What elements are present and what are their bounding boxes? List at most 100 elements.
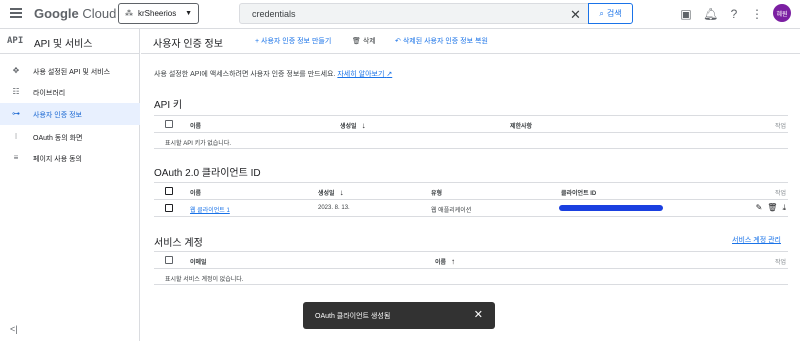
- close-icon[interactable]: ✕: [474, 308, 483, 321]
- learn-more-label: 자세히 알아보기: [337, 71, 385, 78]
- main-content: 사용자 인증 정보 + 사용자 인증 정보 만들기 🗑︎ 삭제 ↶ 삭제된 사용…: [141, 29, 800, 341]
- row-actions: ✎ 🗑︎ ⤓: [756, 203, 786, 213]
- col-type[interactable]: 유형: [431, 188, 442, 197]
- top-bar: Google Cloud ⁂ krSheerios ▼ credentials …: [0, 0, 800, 29]
- sidebar-item-page-usage[interactable]: ≡ 페이지 사용 동의: [0, 147, 140, 169]
- empty-row: 표시할 서비스 계정이 없습니다.: [154, 269, 788, 285]
- table-header: 이름 생성일 ↓ 유형 클라이언트 ID 작업: [154, 182, 788, 200]
- learn-more-link[interactable]: 자세히 알아보기 ↗: [337, 71, 392, 78]
- manage-service-accounts-link[interactable]: 서비스 계정 관리: [732, 235, 781, 245]
- project-icon: ⁂: [125, 9, 133, 18]
- sidebar-item-label: 사용자 인증 정보: [33, 112, 82, 119]
- trash-icon: 🗑︎: [352, 38, 361, 45]
- row-checkbox[interactable]: [165, 204, 173, 212]
- table-header: 이름 생성일 ↓ 제한사항 작업: [154, 115, 788, 133]
- sidebar-item-library[interactable]: ☷ 라이브러리: [0, 81, 140, 103]
- table-row: 웹 클라이언트 1 2023. 8. 13. 웹 애플리케이션 ✎ 🗑︎ ⤓: [154, 200, 788, 217]
- client-name-link[interactable]: 웹 클라이언트 1: [190, 205, 230, 214]
- sidebar-item-enabled-apis[interactable]: ✥ 사용 설정된 API 및 서비스: [0, 60, 140, 82]
- search-icon: ⌕: [599, 8, 604, 18]
- oauth-title: OAuth 2.0 클라이언트 ID: [154, 168, 261, 179]
- chevron-down-icon: ▼: [185, 10, 192, 17]
- delete-label: 삭제: [362, 38, 376, 45]
- sidebar-item-label: 사용 설정된 API 및 서비스: [33, 69, 111, 76]
- col-name[interactable]: 이름: [190, 121, 201, 130]
- col-actions: 작업: [774, 191, 786, 197]
- empty-row: 표시할 API 키가 없습니다.: [154, 133, 788, 149]
- content-header: 사용자 인증 정보 + 사용자 인증 정보 만들기 🗑︎ 삭제 ↶ 삭제된 사용…: [141, 29, 800, 54]
- service-accounts-title: 서비스 계정: [154, 238, 203, 249]
- sidebar-item-credentials[interactable]: ⊶ 사용자 인증 정보: [0, 103, 140, 125]
- consent-icon: ⁝: [14, 132, 18, 141]
- empty-message: 표시할 서비스 계정이 없습니다.: [165, 277, 244, 283]
- arrow-down-icon: ↓: [339, 188, 344, 197]
- col-created[interactable]: 생성일 ↓: [340, 121, 366, 130]
- logo-google: Google: [34, 6, 79, 21]
- more-vert-icon[interactable]: ⋮: [750, 7, 764, 21]
- table-header: 이메일 이름 ↑ 작업: [154, 251, 788, 269]
- create-credentials-button[interactable]: + 사용자 인증 정보 만들기: [255, 36, 331, 46]
- google-cloud-logo[interactable]: Google Cloud: [34, 6, 116, 21]
- menu-icon[interactable]: [10, 8, 22, 18]
- edit-pencil-icon[interactable]: ✎: [756, 203, 763, 213]
- col-name[interactable]: 이름: [190, 188, 201, 197]
- sidebar-title: API 및 서비스: [34, 39, 93, 50]
- undo-icon: ↶: [395, 38, 401, 45]
- col-name-label: 이름: [435, 260, 447, 266]
- key-icon: ⊶: [12, 109, 20, 118]
- sidebar-item-label: OAuth 동의 화면: [33, 135, 83, 142]
- col-actions: 작업: [774, 124, 786, 130]
- description: 사용 설정한 API에 액세스하려면 사용자 인증 정보를 만드세요. 자세히 …: [154, 69, 392, 79]
- sidebar-item-label: 페이지 사용 동의: [33, 156, 82, 163]
- col-email[interactable]: 이메일: [190, 257, 207, 266]
- select-all-checkbox[interactable]: [165, 187, 173, 195]
- arrow-down-icon: ↓: [361, 121, 366, 130]
- cloud-shell-icon[interactable]: ▣: [679, 7, 693, 21]
- avatar[interactable]: 혜원: [773, 4, 791, 22]
- snackbar-toast: OAuth 클라이언트 생성됨 ✕: [303, 302, 495, 329]
- sidebar-item-oauth-consent[interactable]: ⁝ OAuth 동의 화면: [0, 126, 140, 148]
- description-text: 사용 설정한 API에 액세스하려면 사용자 인증 정보를 만드세요.: [154, 71, 336, 78]
- col-client-id[interactable]: 클라이언트 ID: [561, 188, 596, 197]
- search-input[interactable]: credentials: [252, 9, 296, 19]
- col-actions: 작업: [774, 260, 786, 266]
- sidebar-item-label: 라이브러리: [33, 90, 66, 97]
- clear-icon[interactable]: ✕: [570, 7, 581, 23]
- col-name[interactable]: 이름 ↑: [435, 257, 455, 266]
- redacted-client-id: [559, 205, 663, 211]
- trash-icon[interactable]: 🗑︎: [767, 203, 777, 213]
- page-title: 사용자 인증 정보: [153, 39, 223, 50]
- logo-cloud: Cloud: [82, 6, 117, 21]
- toast-message: OAuth 클라이언트 생성됨: [315, 313, 391, 320]
- restore-credentials-button[interactable]: ↶ 삭제된 사용자 인증 정보 복원: [395, 36, 488, 46]
- help-icon[interactable]: ?: [727, 7, 741, 21]
- col-created-label: 생성일: [340, 124, 357, 130]
- project-name: krSheerios: [138, 9, 177, 18]
- collapse-sidebar-icon[interactable]: <|: [10, 324, 18, 334]
- client-type: 웹 애플리케이션: [431, 208, 472, 214]
- notifications-bell-icon[interactable]: 🔔︎: [703, 7, 718, 21]
- sidebar-header: API API 및 서비스: [0, 29, 140, 54]
- created-date: 2023. 8. 13.: [318, 205, 350, 211]
- sidebar: API API 및 서비스 ✥ 사용 설정된 API 및 서비스 ☷ 라이브러리…: [0, 29, 140, 341]
- search-button-label: 검색: [606, 9, 622, 18]
- diamond-grid-icon: ✥: [12, 66, 20, 75]
- restore-label: 삭제된 사용자 인증 정보 복원: [402, 38, 488, 45]
- library-icon: ☷: [12, 87, 20, 96]
- delete-button[interactable]: 🗑︎ 삭제: [352, 36, 376, 46]
- api-mark: API: [7, 36, 24, 46]
- empty-message: 표시할 API 키가 없습니다.: [165, 141, 232, 147]
- search-bar[interactable]: credentials ✕ ⌕ 검색: [239, 3, 633, 24]
- arrow-up-icon: ↑: [451, 257, 456, 266]
- col-restrictions[interactable]: 제한사항: [510, 121, 532, 130]
- col-created-label: 생성일: [318, 191, 335, 197]
- select-all-checkbox[interactable]: [165, 256, 173, 264]
- project-selector[interactable]: ⁂ krSheerios ▼: [118, 3, 199, 24]
- download-icon[interactable]: ⤓: [782, 203, 786, 213]
- external-link-icon: ↗: [386, 71, 393, 78]
- search-button[interactable]: ⌕ 검색: [588, 3, 633, 24]
- col-created[interactable]: 생성일 ↓: [318, 188, 344, 197]
- settings-list-icon: ≡: [13, 153, 19, 162]
- select-all-checkbox[interactable]: [165, 120, 173, 128]
- api-keys-title: API 키: [154, 100, 183, 111]
